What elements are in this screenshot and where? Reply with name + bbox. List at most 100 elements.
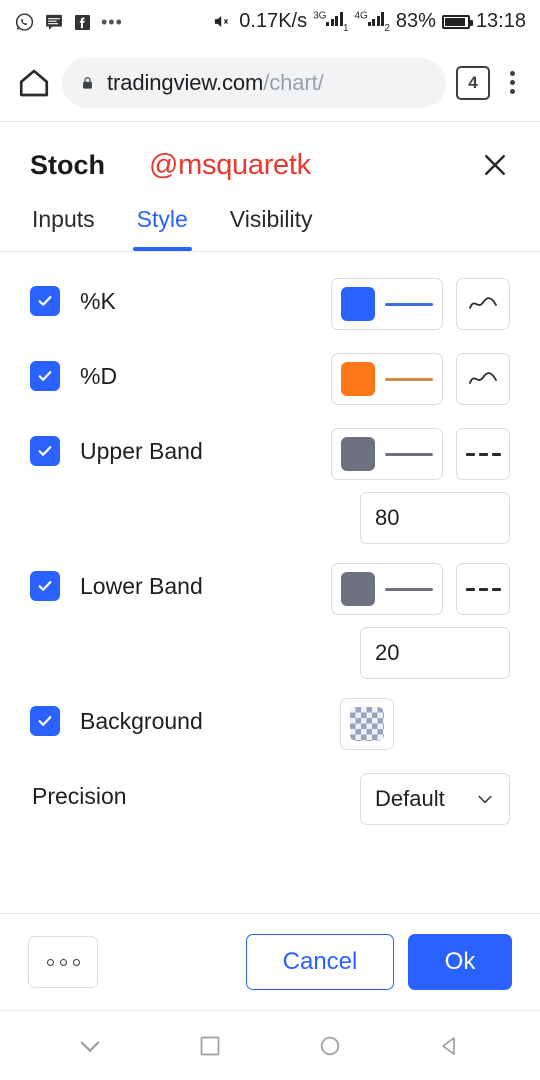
recents-square-icon <box>200 1036 220 1055</box>
dot <box>59 958 67 966</box>
more-icon: ••• <box>101 11 123 32</box>
wave-line-icon <box>469 372 497 384</box>
network-speed: 0.17K/s <box>239 10 308 33</box>
control-line <box>331 563 510 615</box>
color-picker-background[interactable] <box>340 698 394 750</box>
style-settings-list: %K %D Upper Band 80 Lower Band 20 Backgr… <box>0 252 540 913</box>
home-icon[interactable] <box>16 65 52 101</box>
sim1-network-label: 3G <box>313 10 327 22</box>
mute-icon <box>215 16 229 28</box>
close-icon <box>485 155 505 175</box>
line-style-button-lower-band[interactable] <box>456 563 510 615</box>
hide-keyboard-button[interactable] <box>68 1024 112 1068</box>
control-line <box>331 428 510 480</box>
facebook-icon <box>74 14 91 30</box>
upper-band-value-input[interactable] <box>360 492 510 544</box>
lock-icon <box>83 76 92 89</box>
color-picker-percent-k[interactable] <box>331 278 443 330</box>
back-triangle-icon <box>442 1036 455 1055</box>
close-button[interactable] <box>474 144 516 186</box>
lower-band-value-input[interactable] <box>360 627 510 679</box>
recents-button[interactable] <box>188 1024 232 1068</box>
dialog-author-handle: @msquaretk <box>149 148 311 181</box>
checkbox-upper-band[interactable] <box>30 436 60 466</box>
tab-count-label: 4 <box>468 72 478 92</box>
line-style-button-percent-d[interactable] <box>456 353 510 405</box>
back-button[interactable] <box>428 1024 472 1068</box>
sim1-index-label: 1 <box>342 22 349 34</box>
android-navigation-bar <box>0 1010 540 1080</box>
checkbox-percent-k[interactable] <box>30 286 60 316</box>
transparent-color-swatch <box>350 707 384 741</box>
control-line <box>340 698 394 750</box>
checkbox-background[interactable] <box>30 706 60 736</box>
label-percent-k: %K <box>80 287 116 314</box>
color-swatch <box>341 572 375 606</box>
battery-percent: 83% <box>395 10 436 33</box>
color-swatch <box>341 437 375 471</box>
row-label-group: Upper Band <box>30 428 203 466</box>
dialog-header: Stoch @msquaretk <box>0 122 540 200</box>
message-icon <box>46 14 62 30</box>
url-path: /chart/ <box>263 69 324 95</box>
label-percent-d: %D <box>80 362 118 389</box>
kebab-dot <box>509 71 515 76</box>
row-controls <box>331 563 510 679</box>
more-options-button[interactable] <box>28 936 98 988</box>
dashed-line-icon <box>465 587 501 591</box>
checkbox-lower-band[interactable] <box>30 571 60 601</box>
chevron-down-icon <box>80 1040 100 1052</box>
status-bar-notification-icons: ••• <box>14 12 123 33</box>
whatsapp-icon <box>15 12 34 31</box>
precision-value: Default <box>375 786 445 811</box>
url-bar[interactable]: tradingview.com/chart/ <box>62 57 446 108</box>
check-icon <box>38 371 52 381</box>
line-preview <box>385 587 433 591</box>
browser-menu-button[interactable] <box>500 71 524 94</box>
dot <box>72 958 80 966</box>
color-swatch <box>341 287 375 321</box>
checkbox-percent-d[interactable] <box>30 361 60 391</box>
cancel-button[interactable]: Cancel <box>246 934 394 990</box>
clock: 13:18 <box>475 10 526 33</box>
sim2-index-label: 2 <box>384 22 390 34</box>
phone-screen: ••• 0.17K/s 3G 1 4G 2 83% 13:18 tradingv… <box>0 0 540 1080</box>
tab-counter-button[interactable]: 4 <box>456 65 490 100</box>
color-picker-lower-band[interactable] <box>331 563 443 615</box>
battery-icon <box>441 14 473 29</box>
tab-style[interactable]: Style <box>132 200 192 251</box>
setting-row-percent-k: %K <box>30 278 510 334</box>
row-controls <box>331 428 510 544</box>
row-controls: Default <box>360 773 510 825</box>
control-line <box>331 278 510 330</box>
label-precision: Precision <box>32 783 127 809</box>
status-bar: ••• 0.17K/s 3G 1 4G 2 83% 13:18 <box>0 0 540 44</box>
ok-button[interactable]: Ok <box>408 934 512 990</box>
color-picker-percent-d[interactable] <box>331 353 443 405</box>
label-upper-band: Upper Band <box>80 437 203 464</box>
label-lower-band: Lower Band <box>80 572 203 599</box>
row-controls <box>331 353 510 405</box>
sim1-indicator: 3G 1 <box>313 10 348 34</box>
sim2-indicator: 4G 2 <box>355 10 390 34</box>
home-button[interactable] <box>308 1024 352 1068</box>
sim1-signal-icon <box>326 12 343 27</box>
precision-select[interactable]: Default <box>360 773 510 825</box>
setting-row-background: Background <box>30 698 510 754</box>
sim2-network-label: 4G <box>354 10 368 22</box>
color-swatch <box>341 362 375 396</box>
tab-visibility[interactable]: Visibility <box>228 200 315 251</box>
kebab-dot <box>509 89 515 94</box>
kebab-dot <box>509 80 515 85</box>
tab-inputs[interactable]: Inputs <box>30 200 97 251</box>
line-preview <box>385 377 433 381</box>
line-style-button-upper-band[interactable] <box>456 428 510 480</box>
dialog-tabs: Inputs Style Visibility <box>0 200 540 252</box>
line-style-button-percent-k[interactable] <box>456 278 510 330</box>
setting-row-lower-band: Lower Band <box>30 563 510 679</box>
home-circle-icon <box>320 1036 340 1055</box>
color-picker-upper-band[interactable] <box>331 428 443 480</box>
indicator-settings-dialog: Stoch @msquaretk Inputs Style Visibility <box>0 122 540 1010</box>
wave-line-icon <box>469 297 497 309</box>
chevron-down-icon <box>478 795 492 804</box>
